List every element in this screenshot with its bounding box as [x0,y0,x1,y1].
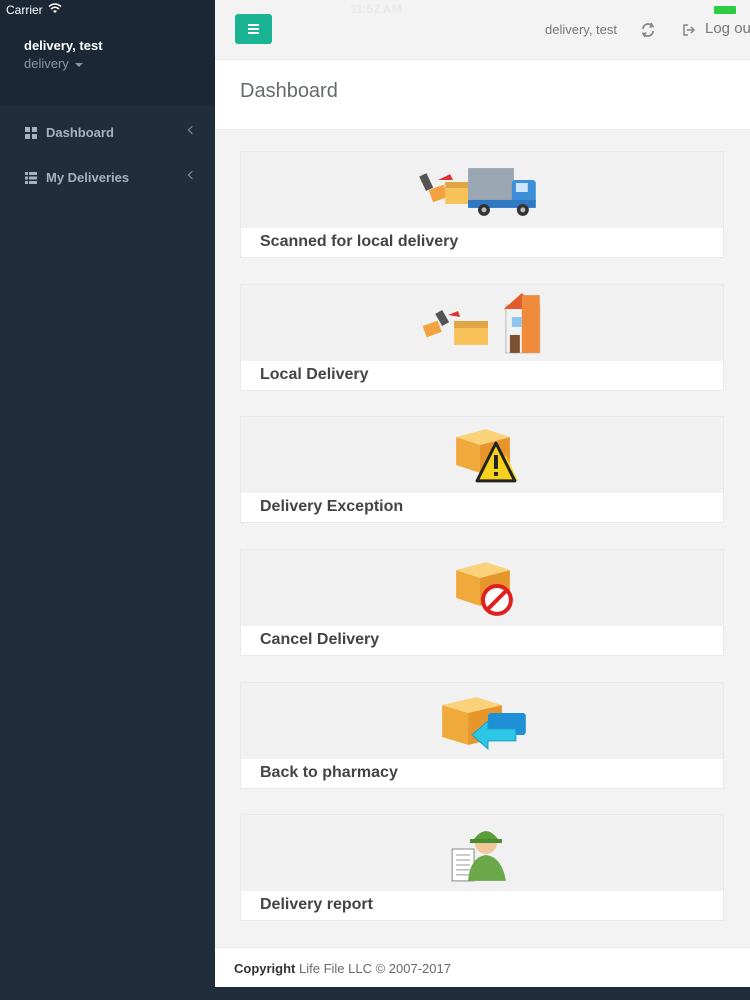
tile-label: Cancel Delivery [241,626,723,655]
tile-label: Scanned for local delivery [241,228,723,257]
sidebar-item-label: Dashboard [46,125,114,140]
tile-label: Delivery Exception [241,493,723,522]
page-title: Dashboard [240,80,338,102]
tile-cancel-delivery[interactable]: Cancel Delivery [240,549,724,656]
status-bar: Carrier 11:52 AM [0,0,750,20]
clock: 11:52 AM [350,2,402,16]
delivery-person-report-icon [451,831,506,882]
caret-down-icon [74,62,83,67]
refresh-icon[interactable] [640,22,656,38]
logout-button[interactable]: Log out [705,20,750,37]
sidebar: delivery, test delivery Dashboard My Del… [0,0,215,1000]
footer: Copyright Life File LLC © 2007-2017 [215,947,750,987]
carrier-label: Carrier [6,3,43,17]
wifi-icon [48,3,62,13]
list-icon [25,171,37,184]
tile-delivery-report[interactable]: Delivery report [240,814,724,921]
header-user-name: delivery, test [545,22,618,37]
profile-role-label: delivery [24,56,69,71]
copyright-label: Copyright [234,961,296,976]
tile-label: Delivery report [241,891,723,920]
scanner-house-icon [422,293,541,354]
tile-label: Local Delivery [241,361,723,390]
tile-delivery-exception[interactable]: Delivery Exception [240,416,724,523]
sign-out-icon[interactable] [682,23,696,37]
tile-scanned-for-local-delivery[interactable]: Scanned for local delivery [240,151,724,258]
sidebar-item-label: My Deliveries [46,170,130,185]
battery-icon [714,6,736,14]
package-return-icon [442,697,526,750]
chevron-left-icon [187,125,197,135]
tile-back-to-pharmacy[interactable]: Back to pharmacy [240,682,724,789]
grid-icon [25,126,37,139]
page-heading: Dashboard [215,60,750,130]
profile-name: delivery, test [24,38,103,53]
sidebar-item-my-deliveries[interactable]: My Deliveries [0,155,215,200]
tile-label: Back to pharmacy [241,759,723,788]
scanner-truck-icon [419,168,536,216]
chevron-left-icon [187,170,197,180]
copyright-text: Life File LLC © 2007-2017 [299,961,451,976]
package-warning-icon [456,429,518,483]
bottom-edge [215,987,750,1000]
profile-role-dropdown[interactable]: delivery [24,56,215,71]
tile-local-delivery[interactable]: Local Delivery [240,284,724,391]
package-cancel-icon [456,562,513,616]
sidebar-item-dashboard[interactable]: Dashboard [0,110,215,155]
